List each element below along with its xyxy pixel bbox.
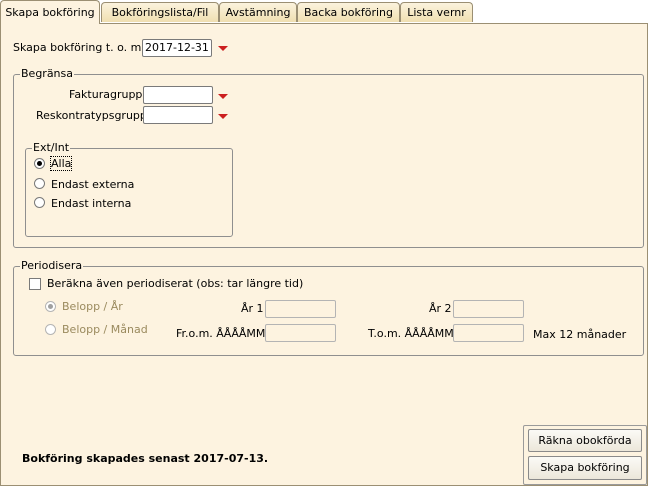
fakturagrupp-input[interactable] (143, 86, 213, 104)
date-dropdown-arrow-icon[interactable] (216, 41, 230, 55)
reskontratypsgrupp-dropdown-arrow-icon[interactable] (216, 109, 230, 123)
skapa-tom-date-input[interactable]: 2017-12-31 (142, 39, 212, 57)
fakturagrupp-label: Fakturagrupp (69, 88, 143, 101)
radio-belopp-ar-label[interactable]: Belopp / År (62, 300, 123, 313)
rakna-obokforda-button[interactable]: Räkna obokförda (528, 429, 642, 452)
tab-panel: Skapa bokföring t. o. m. 2017-12-31 Begr… (0, 23, 648, 486)
berakna-periodiserat-label[interactable]: Beräkna även periodiserat (obs: tar läng… (47, 277, 303, 290)
tom-input[interactable] (453, 324, 524, 342)
radio-belopp-manad[interactable] (45, 324, 56, 335)
radio-alla-label[interactable]: Alla (49, 156, 73, 171)
skapa-bokforing-button[interactable]: Skapa bokföring (528, 456, 642, 480)
reskontratypsgrupp-input[interactable] (143, 106, 213, 124)
status-text: Bokföring skapades senast 2017-07-13. (22, 452, 269, 465)
periodisera-legend: Periodisera (20, 259, 84, 272)
reskontratypsgrupp-label: Reskontratypsgrupp (36, 109, 147, 122)
radio-endast-externa-label[interactable]: Endast externa (51, 178, 134, 191)
berakna-periodiserat-checkbox[interactable] (29, 278, 41, 290)
from-input[interactable] (265, 324, 336, 342)
from-label: Fr.o.m. ÅÅÅÅMM (176, 327, 266, 340)
extint-legend: Ext/Int (32, 141, 71, 154)
max-12-manader-label: Max 12 månader (533, 328, 627, 341)
radio-endast-interna[interactable] (34, 197, 45, 208)
radio-alla[interactable] (34, 158, 45, 169)
tab-skapa-bokforing[interactable]: Skapa bokföring (0, 0, 100, 24)
skapa-tom-label: Skapa bokföring t. o. m. (13, 41, 145, 54)
ar2-input[interactable] (453, 300, 524, 318)
radio-endast-interna-label[interactable]: Endast interna (51, 197, 131, 210)
radio-belopp-ar[interactable] (45, 301, 56, 312)
ar2-label: År 2 (429, 302, 452, 315)
ar1-label: År 1 (241, 302, 264, 315)
tab-lista-vernr[interactable]: Lista vernr (400, 2, 473, 22)
radio-belopp-manad-label[interactable]: Belopp / Månad (62, 323, 148, 336)
fakturagrupp-dropdown-arrow-icon[interactable] (216, 89, 230, 103)
begransa-legend: Begränsa (20, 67, 75, 80)
tab-bokforingslista-fil[interactable]: Bokföringslista/Fil (101, 2, 219, 22)
tab-backa-bokforing[interactable]: Backa bokföring (297, 2, 400, 22)
ar1-input[interactable] (265, 300, 336, 318)
tom-label: T.o.m. ÅÅÅÅMM (368, 327, 454, 340)
radio-endast-externa[interactable] (34, 178, 45, 189)
tab-avstamning[interactable]: Avstämning (219, 2, 297, 22)
